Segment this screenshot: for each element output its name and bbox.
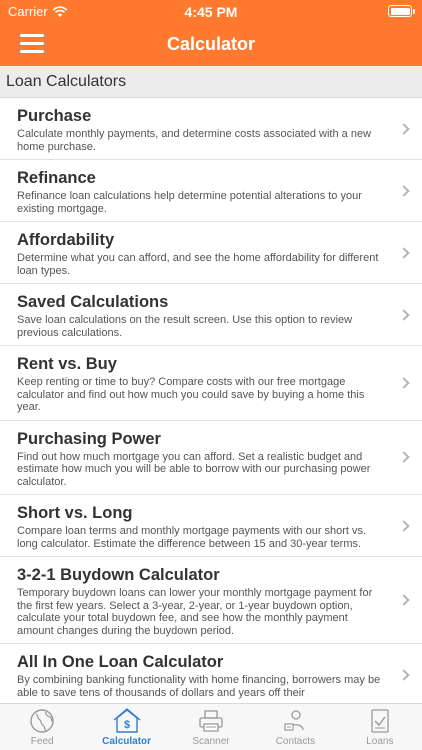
svg-text:$: $ (124, 719, 130, 731)
tab-calculator[interactable]: $ Calculator (84, 704, 168, 750)
list-item-purchasing-power[interactable]: Purchasing Power Find out how much mortg… (0, 421, 422, 495)
list-item-short-vs-long[interactable]: Short vs. Long Compare loan terms and mo… (0, 495, 422, 557)
item-description: Save loan calculations on the result scr… (17, 314, 353, 339)
contacts-icon (284, 710, 305, 731)
item-description: Keep renting or time to buy? Compare cos… (17, 376, 365, 413)
item-description: Refinance loan calculations help determi… (17, 190, 362, 215)
calculator-list: Purchase Calculate monthly payments, and… (0, 98, 422, 703)
tab-scanner[interactable]: Scanner (169, 704, 253, 750)
list-item-saved-calculations[interactable]: Saved Calculations Save loan calculation… (0, 284, 422, 346)
item-title: Saved Calculations (17, 293, 169, 311)
item-title: All In One Loan Calculator (17, 653, 224, 671)
item-title: Affordability (17, 231, 115, 249)
chevron-right-icon (398, 246, 410, 259)
item-description: By combining banking functionality with … (17, 674, 381, 699)
item-title: Refinance (17, 169, 96, 187)
tab-bar: Feed $ Calculator Scanner Contacts Loans (0, 703, 422, 750)
chevron-right-icon (398, 308, 410, 321)
item-description: Compare loan terms and monthly mortgage … (17, 525, 367, 550)
tab-feed[interactable]: Feed (0, 704, 84, 750)
section-title: Loan Calculators (6, 73, 127, 90)
list-item-affordability[interactable]: Affordability Determine what you can aff… (0, 222, 422, 284)
list-item-rent-vs-buy[interactable]: Rent vs. Buy Keep renting or time to buy… (0, 346, 422, 421)
calculator-dollar-icon: $ (113, 708, 141, 733)
status-bar: Carrier 4:45 PM (0, 0, 422, 22)
navigation-bar: Calculator (0, 22, 422, 66)
scanner-icon (199, 710, 223, 732)
chevron-right-icon (398, 594, 410, 606)
item-description: Find out how much mortgage you can affor… (17, 450, 371, 488)
chevron-right-icon (398, 451, 410, 463)
battery-icon (388, 5, 415, 17)
tab-label: Feed (30, 736, 54, 747)
item-title: Purchasing Power (17, 429, 161, 448)
page-title: Calculator (166, 34, 256, 54)
item-title: Purchase (17, 107, 92, 125)
list-item-purchase[interactable]: Purchase Calculate monthly payments, and… (0, 98, 422, 160)
chevron-right-icon (398, 184, 410, 197)
tab-contacts[interactable]: Contacts (253, 704, 337, 750)
status-time: 4:45 PM (184, 4, 238, 20)
chevron-right-icon (398, 122, 410, 135)
app-header: Carrier 4:45 PM Calculator (0, 0, 422, 66)
chevron-right-icon (398, 377, 410, 389)
item-title: 3-2-1 Buydown Calculator (17, 566, 220, 584)
tab-loans[interactable]: Loans (338, 704, 422, 750)
tab-label: Loans (366, 736, 394, 747)
item-title: Rent vs. Buy (17, 355, 117, 373)
loans-document-icon (371, 709, 389, 733)
tab-label: Scanner (192, 736, 230, 747)
list-item-refinance[interactable]: Refinance Refinance loan calculations he… (0, 160, 422, 222)
globe-icon (30, 709, 54, 733)
item-title: Short vs. Long (17, 504, 133, 522)
tab-label: Contacts (275, 736, 316, 747)
chevron-right-icon (398, 668, 410, 681)
section-header: Loan Calculators (0, 66, 422, 98)
list-item-all-in-one[interactable]: All In One Loan Calculator By combining … (0, 644, 422, 703)
item-description: Calculate monthly payments, and determin… (17, 128, 372, 153)
list-item-buydown-calculator[interactable]: 3-2-1 Buydown Calculator Temporary buydo… (0, 557, 422, 644)
chevron-right-icon (398, 519, 410, 532)
item-description: Determine what you can afford, and see t… (17, 252, 379, 277)
tab-label: Calculator (102, 736, 152, 747)
item-description: Temporary buydown loans can lower your m… (17, 587, 373, 637)
